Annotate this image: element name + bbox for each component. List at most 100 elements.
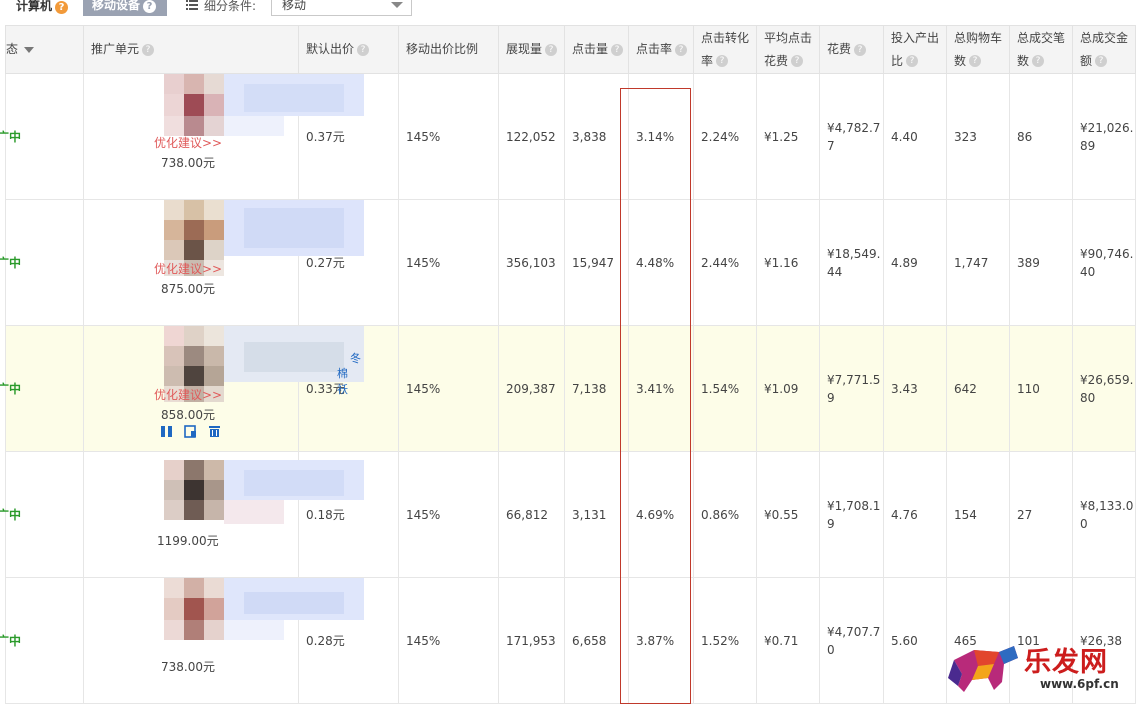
column-header-default-bid[interactable]: 默认出价? — [298, 25, 399, 74]
help-icon[interactable]: ? — [791, 55, 804, 67]
cost-cell: ¥1,708.19 — [819, 451, 884, 578]
cvr-cell: 1.54% — [693, 325, 757, 452]
column-header-cart[interactable]: 总购物车数? — [946, 25, 1010, 74]
column-header-orders[interactable]: 总成交笔数? — [1009, 25, 1073, 74]
help-icon[interactable]: ? — [545, 43, 558, 56]
unit-price: 875.00元 — [161, 282, 215, 296]
filter-selected-value: 移动 — [282, 0, 307, 12]
trash-icon[interactable] — [208, 425, 221, 438]
cart-cell: 1,747 — [946, 199, 1010, 326]
help-icon[interactable]: ? — [1032, 55, 1045, 67]
help-icon[interactable]: ? — [1095, 55, 1108, 67]
help-icon[interactable]: ? — [906, 55, 919, 67]
unit-title-fragment[interactable]: 冬 — [350, 350, 361, 366]
column-header-clicks[interactable]: 点击量? — [564, 25, 629, 74]
status-label: 广中 — [0, 634, 22, 648]
status-label: 广中 — [0, 256, 22, 270]
optimize-suggestion-link[interactable]: 优化建议>> — [154, 134, 222, 151]
help-icon[interactable]: ? — [675, 43, 688, 56]
impressions-cell: 356,103 — [498, 199, 565, 326]
help-icon[interactable]: ? — [716, 55, 729, 67]
unit-price: 858.00元 — [161, 408, 215, 422]
filter-dropdown[interactable]: 移动 — [271, 0, 412, 16]
column-header-status[interactable]: 态 — [5, 25, 84, 74]
edit-icon[interactable] — [184, 425, 197, 438]
watermark-url: www.6pf.cn — [1040, 677, 1119, 691]
column-header-cost[interactable]: 花费? — [819, 25, 884, 74]
help-icon[interactable]: ? — [143, 0, 157, 13]
roi-cell: 5.60 — [883, 577, 947, 704]
unit-price: 738.00元 — [161, 660, 215, 674]
mobile-ratio-cell: 145% — [398, 577, 499, 704]
cvr-cell: 2.44% — [693, 199, 757, 326]
device-toolbar: 计算机? 移动设备? 细分条件: 移动 — [0, 0, 1137, 18]
clicks-cell: 6,658 — [564, 577, 629, 704]
help-icon[interactable]: ? — [611, 43, 624, 56]
cpc-cell: ¥1.25 — [756, 73, 820, 200]
promo-unit: 优化建议>> 738.00元 — [84, 74, 364, 199]
table-row[interactable]: 广中 优化建议>> 875.00元 0.27元 145% 356,103 15,… — [0, 199, 1136, 326]
chevron-down-icon — [391, 2, 403, 8]
column-header-cvr[interactable]: 点击转化率? — [693, 25, 757, 74]
filter-label: 细分条件: — [204, 0, 257, 13]
status-label: 广中 — [0, 508, 22, 522]
cost-cell: ¥4,707.70 — [819, 577, 884, 704]
optimize-suggestion-link[interactable]: 优化建议>> — [154, 386, 222, 403]
cpc-cell: ¥0.55 — [756, 451, 820, 578]
pause-icon[interactable] — [160, 425, 173, 438]
orders-cell: 86 — [1009, 73, 1073, 200]
optimize-suggestion-link[interactable]: 优化建议>> — [154, 260, 222, 277]
help-icon[interactable]: ? — [55, 1, 69, 14]
help-icon[interactable]: ? — [142, 43, 155, 56]
cart-cell: 323 — [946, 73, 1010, 200]
cart-cell: 642 — [946, 325, 1010, 452]
promo-unit: 1199.00元 — [84, 452, 364, 577]
help-icon[interactable]: ? — [854, 43, 867, 56]
orders-cell: 27 — [1009, 451, 1073, 578]
watermark-site-name: 乐发网 — [1024, 647, 1108, 678]
table-row[interactable]: 广中 优化建议>> 738.00元 0.37元 145% 122,052 3,8… — [0, 73, 1136, 200]
list-filter-icon — [186, 0, 198, 10]
table-header-row: 态 推广单元? 默认出价? 移动出价比例 展现量? 点击量? 点击率? 点击转化… — [5, 25, 1136, 74]
column-header-mobile-ratio[interactable]: 移动出价比例 — [398, 25, 499, 74]
cpc-cell: ¥0.71 — [756, 577, 820, 704]
mosaic-image — [164, 578, 364, 640]
tab-mobile[interactable]: 移动设备? — [83, 0, 167, 16]
column-header-ctr[interactable]: 点击率? — [628, 25, 694, 74]
promo-unit: 优化建议>> 875.00元 — [84, 200, 364, 325]
promo-unit: 冬 棉袄 优化建议>> 858.00元 — [84, 326, 364, 451]
unit-price: 1199.00元 — [157, 534, 219, 548]
roi-cell: 3.43 — [883, 325, 947, 452]
gmv-cell: ¥90,746.40 — [1072, 199, 1136, 326]
unit-actions — [160, 425, 228, 441]
column-header-impressions[interactable]: 展现量? — [498, 25, 565, 74]
cpc-cell: ¥1.09 — [756, 325, 820, 452]
clicks-cell: 3,838 — [564, 73, 629, 200]
impressions-cell: 209,387 — [498, 325, 565, 452]
ctr-cell: 4.48% — [628, 199, 694, 326]
gmv-cell: ¥26,659.80 — [1072, 325, 1136, 452]
product-thumbnail-blurred — [164, 460, 364, 532]
impressions-cell: 122,052 — [498, 73, 565, 200]
column-header-gmv[interactable]: 总成交金额? — [1072, 25, 1136, 74]
column-header-cpc[interactable]: 平均点击花费? — [756, 25, 820, 74]
column-header-unit: 推广单元? — [83, 25, 299, 74]
cart-cell: 154 — [946, 451, 1010, 578]
ctr-cell: 3.14% — [628, 73, 694, 200]
table-row[interactable]: 广中 冬 棉袄 优化建议>> 858.00元 0.33元 145% 209,38… — [0, 325, 1136, 452]
chevron-down-icon[interactable] — [24, 46, 35, 53]
mobile-ratio-cell: 145% — [398, 451, 499, 578]
column-header-roi[interactable]: 投入产出比? — [883, 25, 947, 74]
table-row[interactable]: 广中 1199.00元 0.18元 145% 66,812 3,131 4.69… — [0, 451, 1136, 578]
roi-cell: 4.40 — [883, 73, 947, 200]
impressions-cell: 66,812 — [498, 451, 565, 578]
help-icon[interactable]: ? — [969, 55, 982, 67]
unit-price: 738.00元 — [161, 156, 215, 170]
roi-cell: 4.89 — [883, 199, 947, 326]
help-icon[interactable]: ? — [357, 43, 370, 56]
unit-title-fragment[interactable]: 棉袄 — [337, 365, 348, 397]
mobile-ratio-cell: 145% — [398, 73, 499, 200]
cost-cell: ¥4,782.77 — [819, 73, 884, 200]
tab-computer[interactable]: 计算机? — [16, 0, 69, 14]
cvr-cell: 1.52% — [693, 577, 757, 704]
